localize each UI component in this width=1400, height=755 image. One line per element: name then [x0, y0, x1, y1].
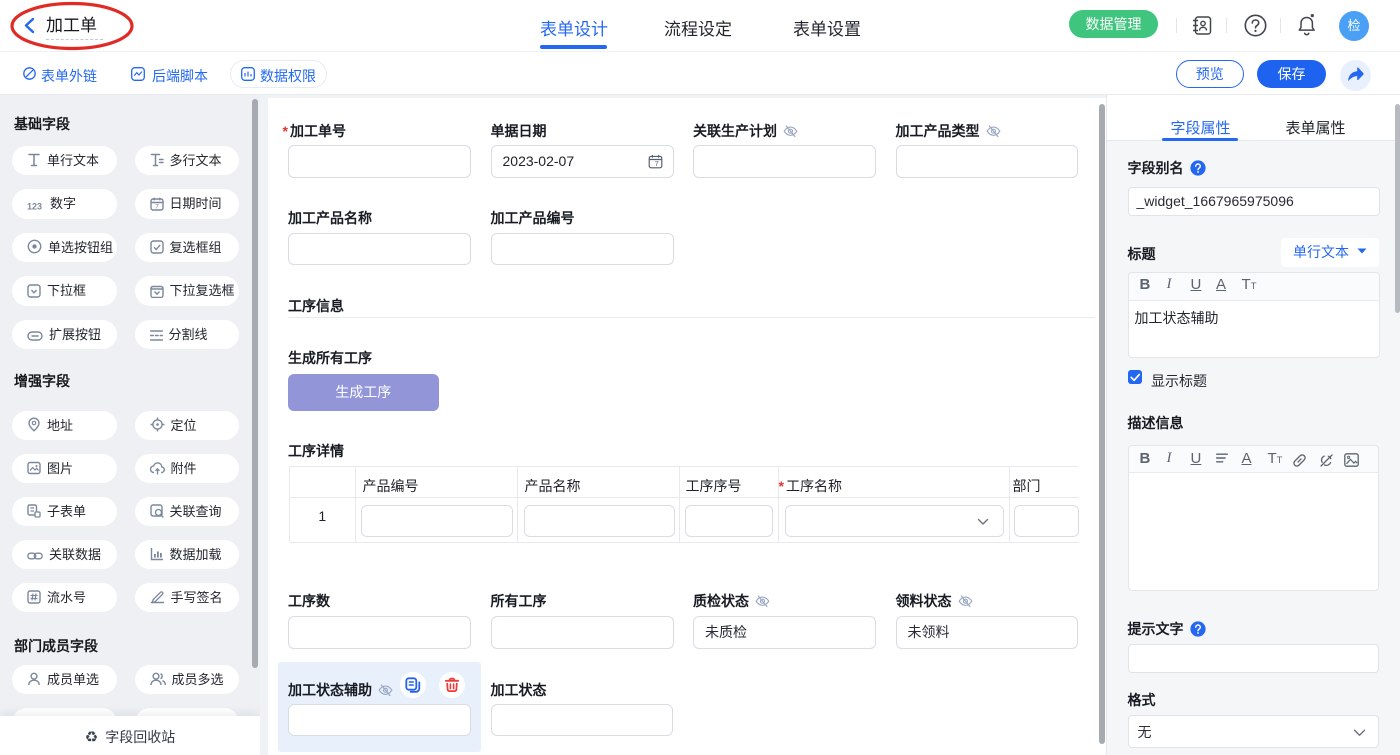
svg-text:123: 123 [27, 201, 42, 211]
svg-text:7: 7 [654, 161, 658, 168]
svg-text:7: 7 [155, 203, 159, 210]
